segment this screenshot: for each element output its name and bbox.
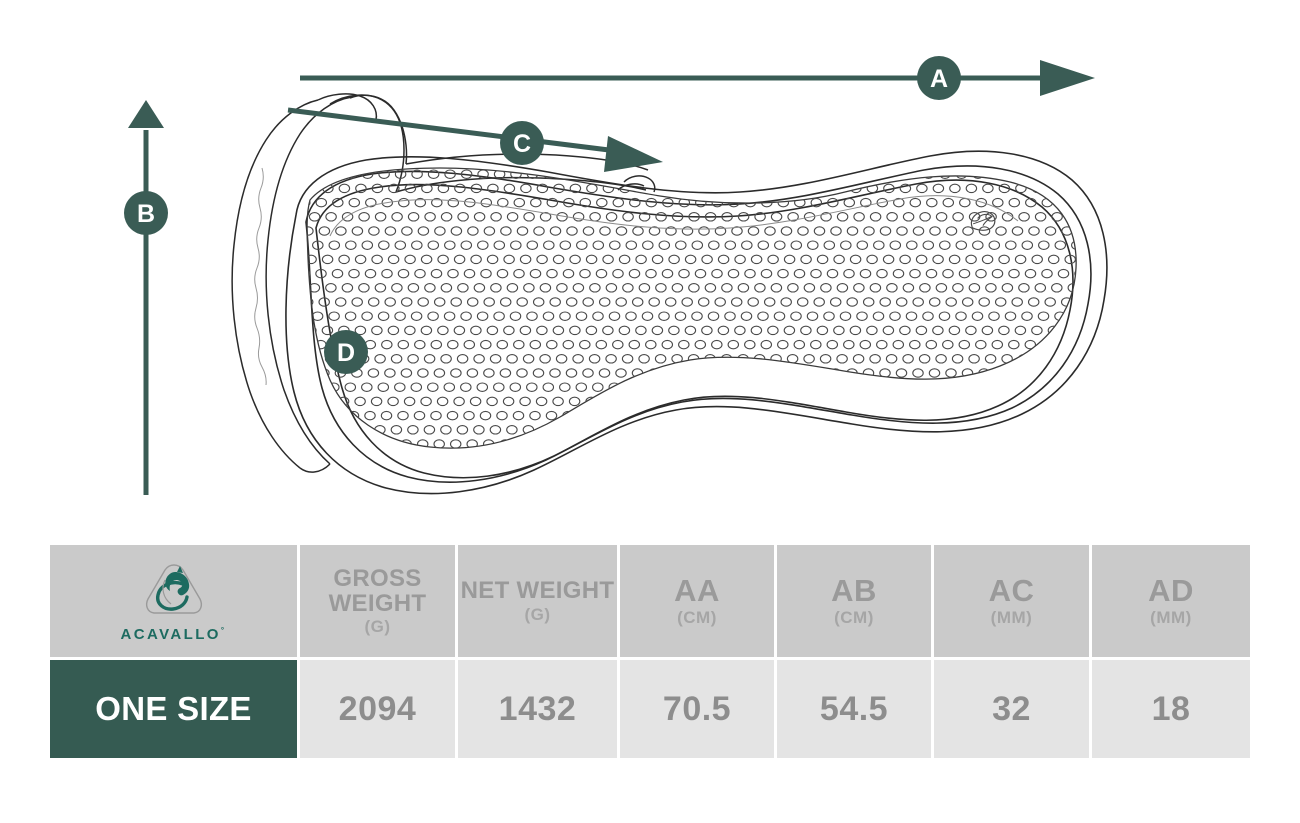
header-aa: AA (CM) <box>620 545 777 657</box>
header-aa-unit: (CM) <box>677 608 717 628</box>
brand-logo-cell: ACAVALLO° <box>50 545 300 657</box>
cell-ad: 18 <box>1092 660 1250 758</box>
header-gross-weight-line2: WEIGHT <box>328 589 427 617</box>
table-header-row: ACAVALLO° GROSS WEIGHT (G) NET WEIGHT (G… <box>50 545 1250 657</box>
cell-aa: 70.5 <box>620 660 777 758</box>
brand-trademark: ° <box>220 625 227 635</box>
header-ac: AC (MM) <box>934 545 1092 657</box>
table-row: ONE SIZE 2094 1432 70.5 54.5 32 18 <box>50 660 1250 758</box>
cell-size: ONE SIZE <box>50 660 300 758</box>
acavallo-horse-head-icon <box>145 563 202 614</box>
product-diagram: A B C D <box>0 0 1300 530</box>
header-gross-weight-line1: GROSS <box>333 564 422 592</box>
cell-ac: 32 <box>934 660 1092 758</box>
header-ac-title: AC <box>988 572 1035 608</box>
perforation-pattern <box>307 169 1077 449</box>
dimension-marker-d: D <box>324 330 368 374</box>
dimension-arrow-a: A <box>300 56 1095 100</box>
size-chart-page: A B C D ACAVALLO° GROSS WEIGHT (G) NET W… <box>0 0 1300 823</box>
header-ac-unit: (MM) <box>990 608 1033 628</box>
dimension-label-b: B <box>137 200 155 228</box>
gel-insert-outline <box>306 167 1077 449</box>
dimension-arrow-c: C <box>287 107 663 172</box>
header-gross-weight: GROSS WEIGHT (G) <box>300 545 458 657</box>
dimension-label-d: D <box>337 339 355 367</box>
header-net-weight-line1: NET WEIGHT <box>460 577 615 605</box>
header-ab-title: AB <box>831 572 877 608</box>
header-ab-unit: (CM) <box>834 608 874 628</box>
dimension-line-c <box>287 107 626 155</box>
dimension-label-c: C <box>513 130 531 158</box>
cell-net-weight: 1432 <box>458 660 620 758</box>
header-net-weight-unit: (G) <box>524 604 551 624</box>
gel-insert <box>306 167 1077 449</box>
cell-gross-weight: 2094 <box>300 660 458 758</box>
dimension-arrow-b: B <box>124 100 168 495</box>
arrowhead-c <box>604 136 663 172</box>
header-net-weight: NET WEIGHT (G) <box>458 545 620 657</box>
header-ad: AD (MM) <box>1092 545 1250 657</box>
brand-wordmark: ACAVALLO° <box>120 625 227 643</box>
header-ad-unit: (MM) <box>1150 608 1192 628</box>
cell-ab: 54.5 <box>777 660 934 758</box>
size-specification-table: ACAVALLO° GROSS WEIGHT (G) NET WEIGHT (G… <box>50 545 1250 758</box>
arrowhead-a <box>1040 60 1095 96</box>
header-ad-title: AD <box>1148 572 1194 608</box>
header-ab: AB (CM) <box>777 545 934 657</box>
dimension-label-a: A <box>930 65 948 93</box>
header-aa-title: AA <box>674 572 720 608</box>
saddle-pad-drawing: A B C D <box>124 56 1108 495</box>
header-gross-weight-unit: (G) <box>364 617 391 637</box>
arrowhead-b <box>128 100 164 128</box>
